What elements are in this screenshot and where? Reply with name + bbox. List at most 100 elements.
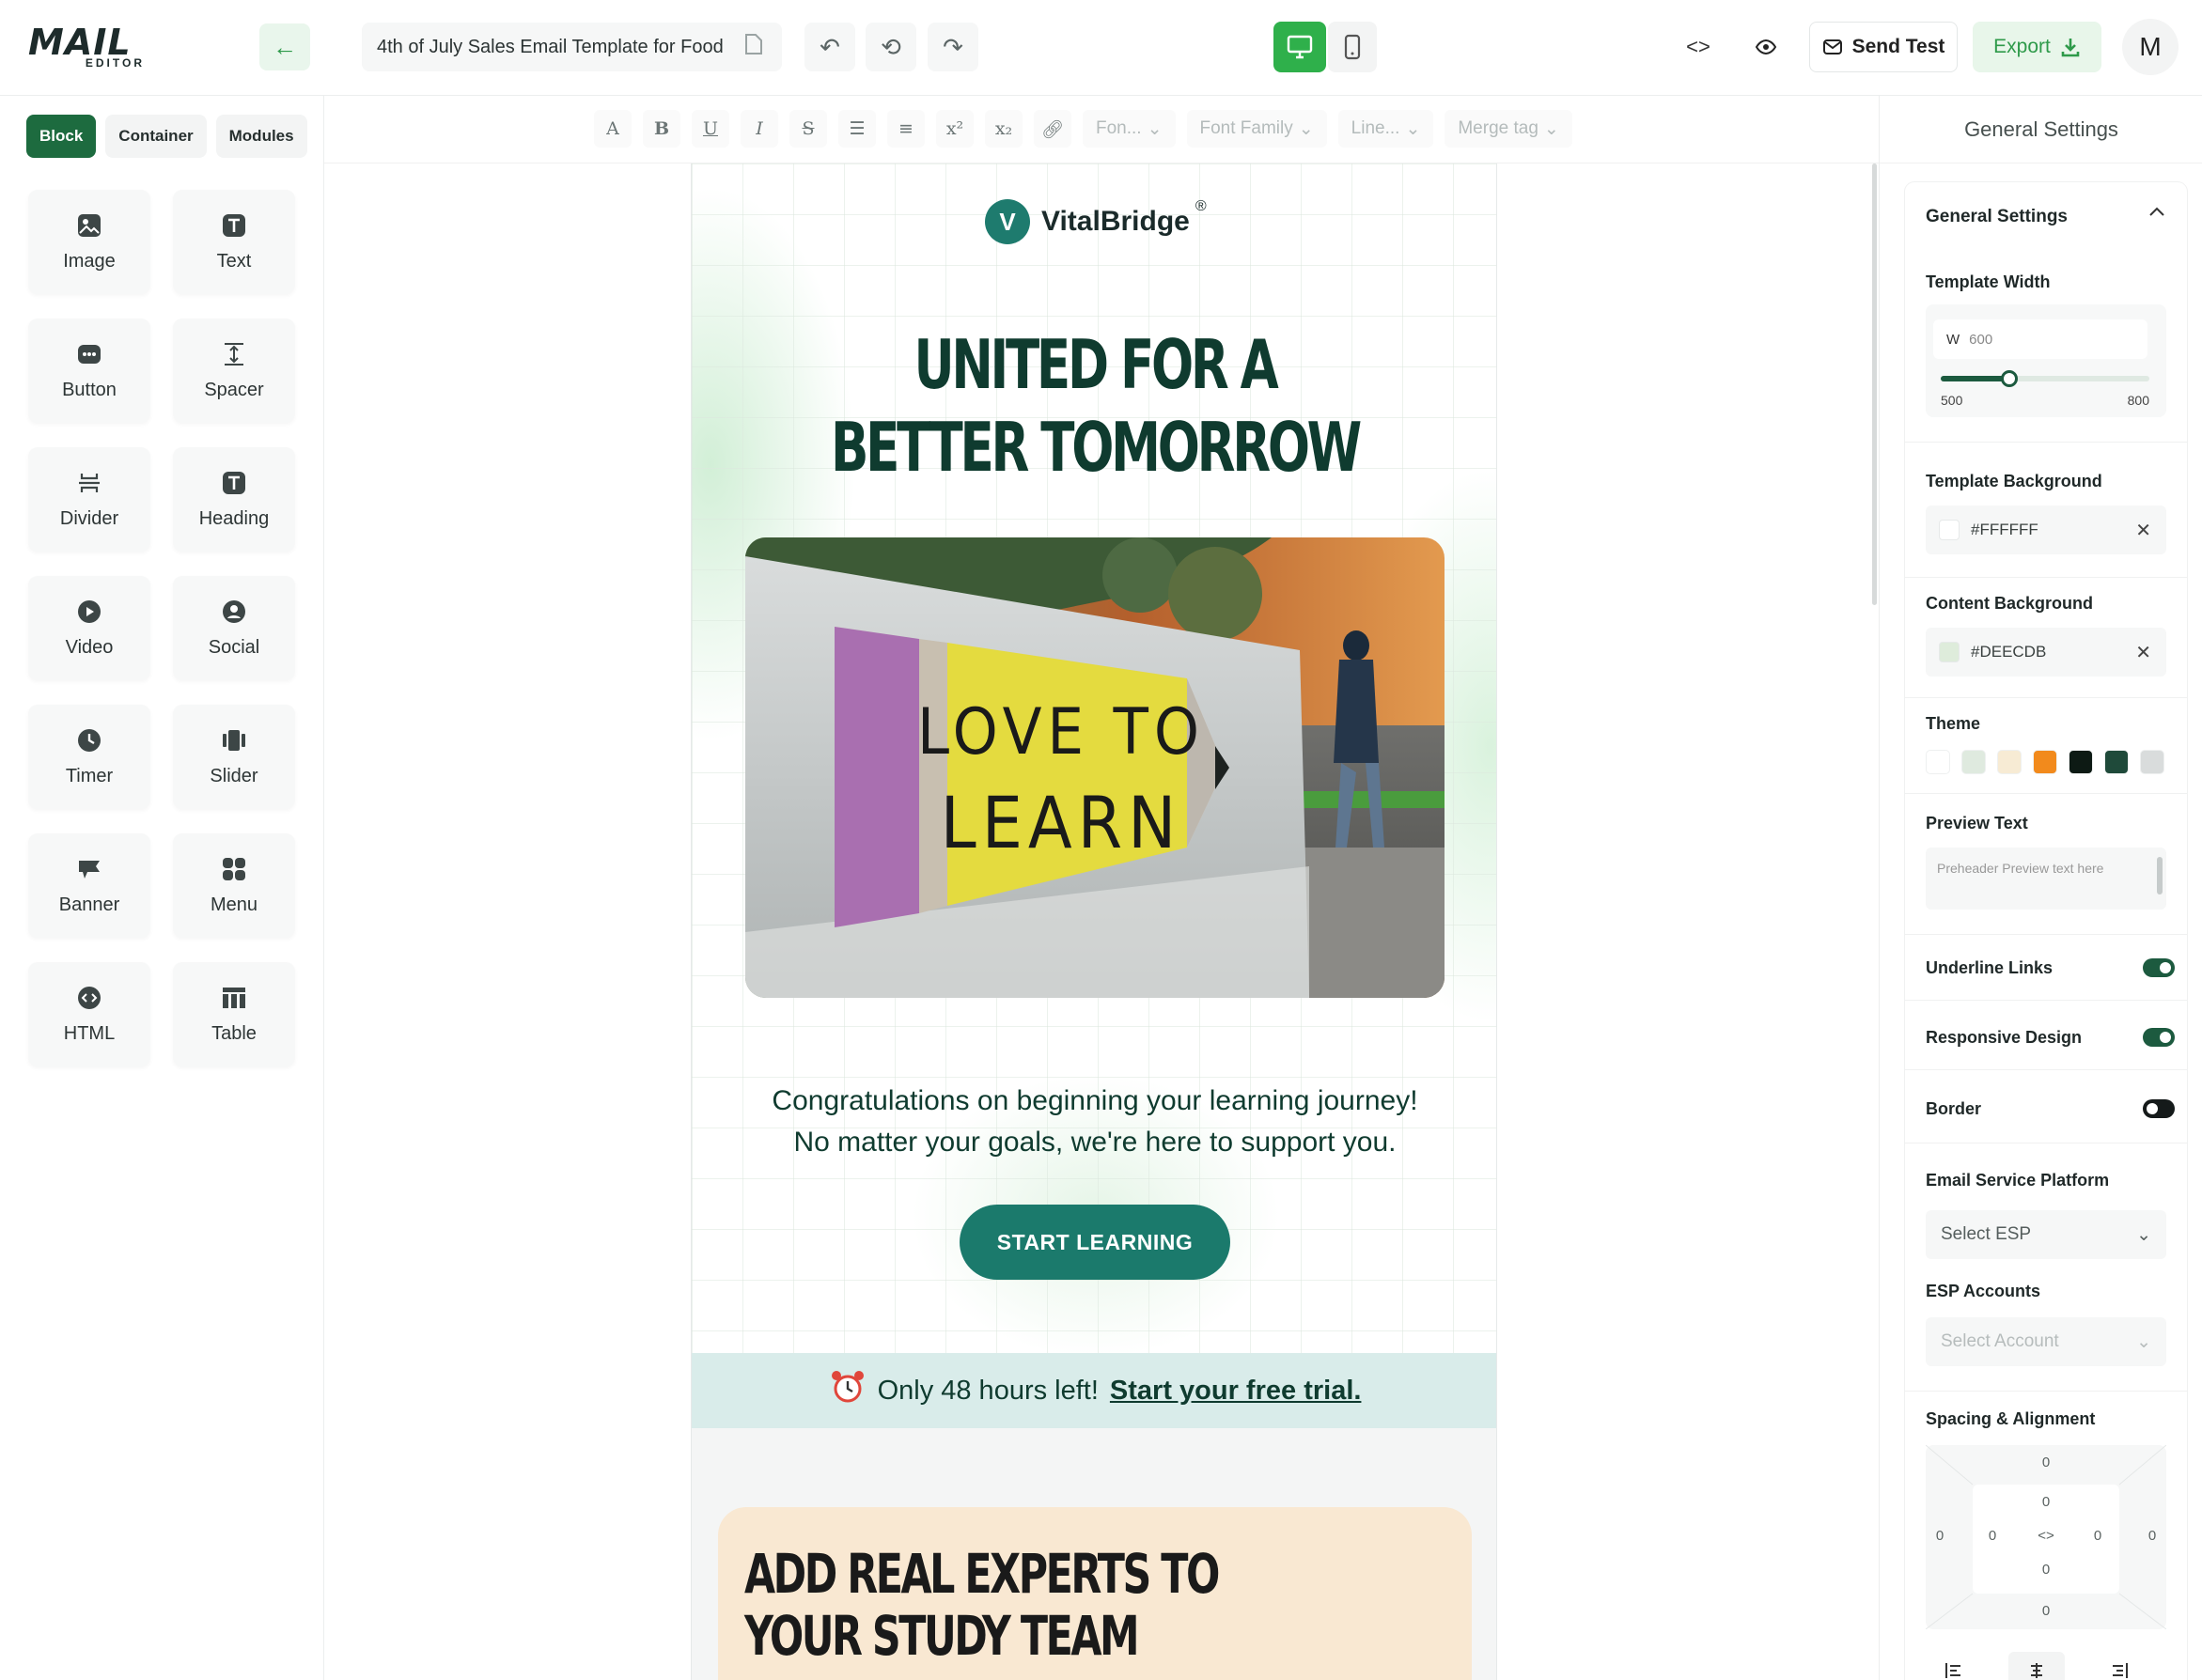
superscript-icon[interactable]: x² [936,110,974,148]
template-title-field[interactable]: 4th of July Sales Email Template for Foo… [362,23,782,71]
theme-color-swatch[interactable] [2104,750,2129,774]
block-banner[interactable]: Banner [28,833,150,938]
block-html[interactable]: HTML [28,962,150,1066]
align-center-icon[interactable] [2008,1652,2065,1680]
inner-left-value[interactable]: 0 [1978,1528,2007,1544]
block-label: Button [62,380,117,400]
canvas-scrollbar[interactable] [1872,163,1877,605]
strikethrough-icon[interactable]: S [789,110,827,148]
divider [1905,442,2187,443]
trial-banner[interactable]: Only 48 hours left! Start your free tria… [692,1353,1496,1428]
block-menu[interactable]: Menu [173,833,295,938]
tab-block[interactable]: Block [26,115,97,158]
image-icon [75,211,103,240]
border-toggle[interactable] [2143,1099,2175,1118]
italic-icon[interactable]: I [741,110,778,148]
link-icon[interactable]: 🔗︎ [1034,110,1071,148]
numbered-list-icon[interactable]: ≡ [887,110,925,148]
theme-color-swatch[interactable] [1961,750,1986,774]
block-divider[interactable]: Divider [28,447,150,552]
mobile-icon [1344,34,1361,60]
divider [1905,1069,2187,1070]
brand-logo[interactable]: V VitalBridge ® [985,198,1212,244]
preview-text-input[interactable]: Preheader Preview text here [1926,848,2166,910]
code-view-button[interactable]: <> [1673,23,1724,71]
textarea-scrollbar[interactable] [2157,857,2163,894]
block-heading[interactable]: Heading [173,447,295,552]
width-slider-thumb[interactable] [2001,370,2019,387]
underline-icon[interactable]: U [692,110,729,148]
theme-color-swatch[interactable] [1997,750,2022,774]
width-min-label: 500 [1941,393,1963,408]
width-slider-track[interactable] [1941,370,2149,387]
block-slider[interactable]: Slider [173,705,295,809]
content-background-value: #DEECDB [1971,643,2047,661]
user-avatar[interactable]: M [2122,19,2179,75]
export-button[interactable]: Export [1973,22,2101,72]
template-background-field[interactable]: #FFFFFF ✕ [1926,506,2166,554]
outer-bottom-value[interactable]: 0 [2032,1603,2060,1619]
inner-top-value[interactable]: 0 [2032,1494,2060,1510]
experts-card[interactable]: ADD REAL EXPERTS TO YOUR STUDY TEAM [718,1507,1472,1680]
theme-color-swatch[interactable] [1926,750,1950,774]
preview-button[interactable] [1741,23,1791,71]
send-test-button[interactable]: Send Test [1809,22,1958,72]
block-text[interactable]: Text [173,190,295,294]
theme-color-swatch[interactable] [2140,750,2164,774]
inner-right-value[interactable]: 0 [2084,1528,2112,1544]
back-button[interactable]: ← [259,23,310,70]
block-label: Heading [198,508,270,529]
chevron-up-icon[interactable] [2147,203,2166,226]
block-image[interactable]: Image [28,190,150,294]
block-table[interactable]: Table [173,962,295,1066]
outer-left-value[interactable]: 0 [1926,1528,1954,1544]
clear-icon[interactable]: ✕ [2135,641,2151,664]
free-trial-link[interactable]: Start your free trial. [1110,1376,1362,1407]
width-input[interactable]: W 600 [1933,319,2147,359]
esp-select[interactable]: Select ESP ⌄ [1926,1210,2166,1259]
block-social[interactable]: Social [173,576,295,680]
responsive-design-toggle[interactable] [2143,1028,2175,1047]
start-learning-button[interactable]: START LEARNING [960,1205,1230,1280]
hero-body-text[interactable]: Congratulations on beginning your learni… [692,1081,1496,1163]
tab-modules[interactable]: Modules [215,115,307,158]
link-spacing-icon[interactable]: <> [2032,1528,2060,1544]
bullet-list-icon[interactable]: ☰ [838,110,876,148]
color-swatch[interactable] [1939,520,1960,540]
tab-container[interactable]: Container [105,115,207,158]
bold-icon[interactable]: B [643,110,680,148]
outer-right-value[interactable]: 0 [2138,1528,2166,1544]
merge-tag-select[interactable]: Merge tag ⌄ [1445,110,1572,148]
esp-account-select[interactable]: Select Account ⌄ [1926,1317,2166,1366]
mobile-view-toggle[interactable] [1328,22,1377,72]
outer-top-value[interactable]: 0 [2032,1454,2060,1470]
history-icon: ⟲ [881,32,901,61]
chevron-down-icon: ⌄ [2136,1331,2151,1352]
align-right-icon[interactable] [2091,1652,2147,1680]
inner-bottom-value[interactable]: 0 [2032,1562,2060,1578]
content-background-field[interactable]: #DEECDB ✕ [1926,628,2166,677]
chevron-down-icon: ⌄ [1298,118,1314,139]
align-left-icon[interactable] [1926,1652,1982,1680]
text-color-icon[interactable]: A [594,110,632,148]
history-button[interactable]: ⟲ [866,23,916,71]
redo-button[interactable]: ↷ [928,23,978,71]
hero-image[interactable]: LOVE TO LEARN [745,537,1445,998]
font-family-select[interactable]: Font Family ⌄ [1186,110,1327,148]
theme-color-swatch[interactable] [2033,750,2057,774]
block-button[interactable]: Button [28,319,150,423]
body-line-2: No matter your goals, we're here to supp… [793,1127,1397,1158]
line-height-select[interactable]: Line... ⌄ [1337,110,1434,148]
block-timer[interactable]: Timer [28,705,150,809]
desktop-view-toggle[interactable] [1273,22,1326,72]
block-spacer[interactable]: Spacer [173,319,295,423]
font-size-select[interactable]: Fon... ⌄ [1083,110,1176,148]
color-swatch[interactable] [1939,642,1960,662]
block-video[interactable]: Video [28,576,150,680]
theme-color-swatch[interactable] [2069,750,2093,774]
hero-headline[interactable]: UNITED FOR A BETTER TOMORROW [764,323,1426,489]
undo-button[interactable]: ↶ [804,23,855,71]
underline-links-toggle[interactable] [2143,958,2175,977]
clear-icon[interactable]: ✕ [2135,519,2151,542]
subscript-icon[interactable]: x₂ [985,110,1023,148]
